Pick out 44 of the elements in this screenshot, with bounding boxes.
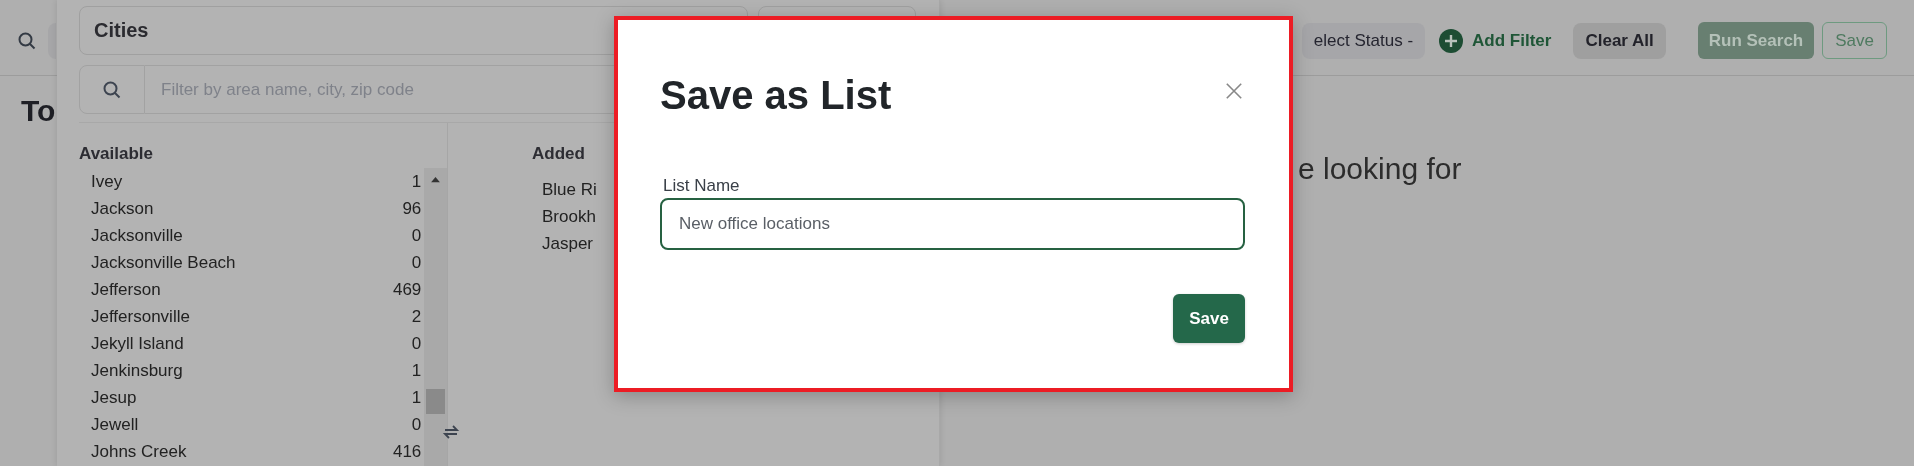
scrollbar[interactable]	[424, 168, 447, 466]
close-icon[interactable]	[1225, 82, 1243, 100]
city-count: 0	[411, 225, 422, 246]
city-count: 416	[392, 441, 422, 462]
clear-all-button[interactable]: Clear All	[1573, 22, 1666, 59]
city-count: 469	[392, 279, 422, 300]
added-city[interactable]: Brookh	[532, 203, 597, 230]
scroll-thumb[interactable]	[426, 389, 446, 414]
city-count: 1	[411, 171, 422, 192]
city-count: 0	[411, 252, 422, 273]
city-count: 0	[411, 333, 422, 354]
field-label: List Name	[662, 176, 741, 196]
city-name[interactable]: Johns Creek	[91, 441, 187, 462]
available-heading: Available	[79, 144, 155, 165]
city-count: 2	[411, 306, 422, 327]
city-name[interactable]: Jesup	[91, 387, 137, 408]
city-name[interactable]: Jeffersonville	[91, 306, 190, 327]
status-dropdown[interactable]: elect Status -	[1301, 22, 1426, 59]
city-name[interactable]: Jenkinsburg	[91, 360, 183, 381]
add-filter-button[interactable]: Add Filter	[1439, 28, 1552, 53]
city-name[interactable]: Jewell	[91, 414, 139, 435]
city-name[interactable]: Jacksonville	[91, 225, 183, 246]
added-heading: Added	[532, 144, 586, 165]
city-name[interactable]: Jefferson	[91, 279, 161, 300]
swap-icon[interactable]	[442, 423, 460, 441]
city-name[interactable]: Ivey	[91, 171, 123, 192]
added-city[interactable]: Blue Ri	[532, 176, 597, 203]
city-name[interactable]: Jacksonville Beach	[91, 252, 236, 273]
page-heading: To	[21, 94, 56, 128]
city-name[interactable]: Jackson	[91, 198, 154, 219]
added-city[interactable]: Jasper	[532, 230, 597, 257]
save-button[interactable]: Save	[1173, 294, 1245, 343]
city-count: 0	[411, 414, 422, 435]
search-button[interactable]	[79, 65, 145, 114]
city-count: 1	[411, 387, 422, 408]
search-icon[interactable]	[17, 30, 37, 51]
search-icon	[102, 79, 122, 100]
list-name-field[interactable]: New office locations	[660, 198, 1245, 250]
plus-circle-icon	[1439, 28, 1464, 53]
city-count: 1	[411, 360, 422, 381]
city-count: 96	[402, 198, 422, 219]
city-name[interactable]: Jekyll Island	[91, 333, 184, 354]
scroll-up-icon[interactable]	[430, 176, 442, 183]
empty-message: e looking for	[1298, 152, 1462, 186]
